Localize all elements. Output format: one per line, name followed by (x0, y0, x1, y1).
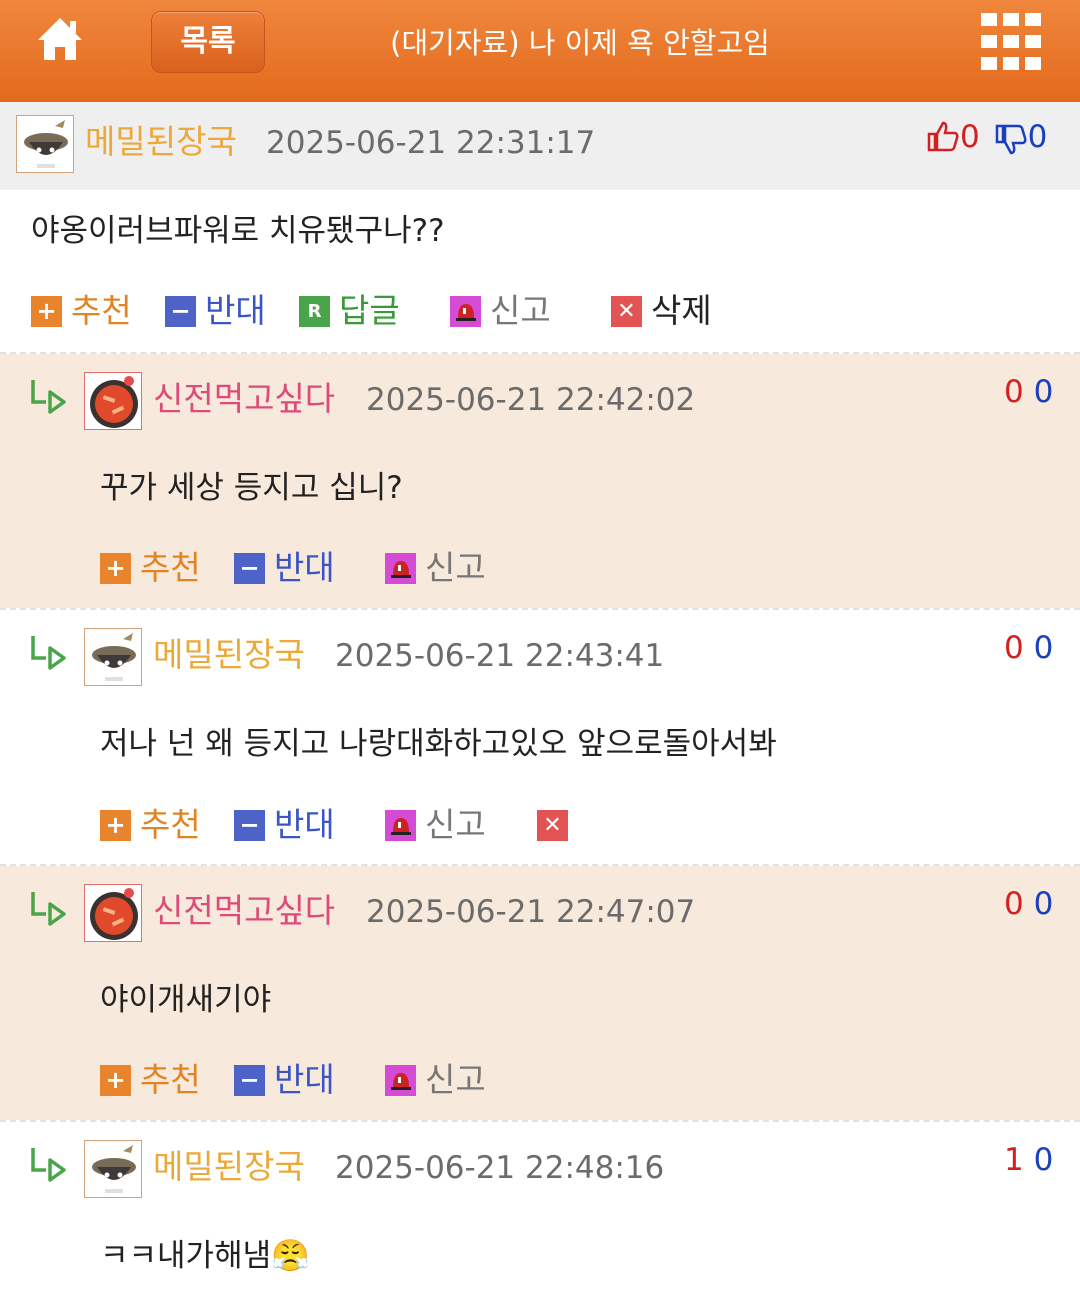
recommend-button[interactable]: + 추천 (100, 805, 201, 845)
avatar[interactable] (84, 372, 142, 430)
oppose-button[interactable]: − 반대 (234, 805, 335, 845)
upvote-count: 0 (1004, 374, 1024, 410)
avatar-image (85, 629, 141, 685)
vote-counts: 0 0 (926, 117, 1047, 157)
avatar[interactable] (84, 884, 142, 942)
comment-author[interactable]: 신전먹고싶다 (153, 379, 335, 419)
plus-icon: + (100, 1064, 131, 1096)
thumbs-up-icon[interactable] (926, 119, 960, 153)
comment-text: 야이개새기야 (100, 982, 272, 1018)
avatar-image (17, 116, 73, 172)
comment-author[interactable]: 신전먹고싶다 (153, 891, 335, 931)
comment-author[interactable]: 메밀된장국 (85, 122, 237, 162)
comment-author[interactable]: 메밀된장국 (153, 1147, 305, 1187)
minus-icon: − (234, 1064, 265, 1096)
home-button[interactable] (34, 14, 86, 66)
siren-icon (385, 1064, 416, 1096)
home-icon (38, 18, 82, 60)
comment-date: 2025-06-21 22:42:02 (366, 382, 696, 418)
reply-arrow-icon (31, 892, 66, 926)
recommend-button[interactable]: + 추천 (100, 548, 201, 588)
avatar[interactable] (84, 628, 142, 686)
reply-arrow-icon (31, 1148, 66, 1182)
close-icon: ✕ (537, 809, 568, 841)
avatar[interactable] (84, 1140, 142, 1198)
comment-date: 2025-06-21 22:48:16 (335, 1150, 665, 1186)
plus-icon: + (31, 295, 62, 327)
siren-icon (450, 295, 481, 327)
report-button[interactable]: 신고 (385, 805, 486, 845)
oppose-button[interactable]: − 반대 (234, 1060, 335, 1100)
downvote-count: 0 (1033, 630, 1054, 666)
siren-icon (385, 809, 416, 841)
comment-date: 2025-06-21 22:47:07 (366, 894, 696, 930)
downvote-count: 0 (1027, 119, 1048, 155)
report-button[interactable]: 신고 (385, 1060, 486, 1100)
reply-button[interactable]: R 답글 (299, 291, 400, 331)
comment-text: 꾸가 세상 등지고 십니? (100, 470, 403, 506)
avatar-image (85, 373, 141, 429)
oppose-button[interactable]: − 반대 (165, 291, 266, 331)
vote-counts: 0 0 (1004, 628, 1053, 668)
divider (0, 1120, 1080, 1122)
downvote-count: 0 (1033, 886, 1054, 922)
minus-icon: − (165, 295, 196, 327)
comment-date: 2025-06-21 22:31:17 (266, 125, 596, 161)
upvote-count: 1 (1004, 1142, 1024, 1178)
delete-button[interactable]: ✕ (537, 805, 577, 845)
reply-icon: R (299, 295, 330, 327)
vote-counts: 0 0 (1004, 884, 1053, 924)
recommend-button[interactable]: + 추천 (100, 1060, 201, 1100)
report-button[interactable]: 신고 (385, 548, 486, 588)
avatar-image (85, 1141, 141, 1197)
upvote-count: 0 (960, 119, 980, 155)
delete-button[interactable]: ✕ 삭제 (611, 291, 712, 331)
list-button[interactable]: 목록 (151, 11, 265, 73)
avatar[interactable] (16, 115, 74, 173)
page-title: (대기자료) 나 이제 욕 안할고임 (390, 26, 770, 60)
grid-menu-icon[interactable] (981, 13, 1041, 71)
downvote-count: 0 (1033, 1142, 1054, 1178)
plus-icon: + (100, 809, 131, 841)
vote-counts: 0 0 (1004, 372, 1053, 412)
divider (0, 608, 1080, 610)
upvote-count: 0 (1004, 630, 1024, 666)
close-icon: ✕ (611, 295, 642, 327)
comment-text: ㅋㅋ내가해냄😤 (100, 1238, 310, 1274)
reply-arrow-icon (31, 636, 66, 670)
top-bar: 목록 (대기자료) 나 이제 욕 안할고임 (0, 0, 1080, 102)
thumbs-down-icon[interactable] (994, 123, 1028, 157)
comment-text: 저나 넌 왜 등지고 나랑대화하고있오 앞으로돌아서봐 (100, 726, 777, 762)
minus-icon: − (234, 809, 265, 841)
recommend-button[interactable]: + 추천 (31, 291, 132, 331)
comment-text: 야옹이러브파워로 치유됐구나?? (31, 213, 445, 249)
comment-date: 2025-06-21 22:43:41 (335, 638, 665, 674)
comment-author[interactable]: 메밀된장국 (153, 635, 305, 675)
downvote-count: 0 (1033, 374, 1054, 410)
vote-counts: 1 0 (1004, 1140, 1053, 1180)
plus-icon: + (100, 552, 131, 584)
oppose-button[interactable]: − 반대 (234, 548, 335, 588)
minus-icon: − (234, 552, 265, 584)
avatar-image (85, 885, 141, 941)
report-button[interactable]: 신고 (450, 291, 551, 331)
siren-icon (385, 552, 416, 584)
upvote-count: 0 (1004, 886, 1024, 922)
reply-arrow-icon (31, 380, 66, 414)
